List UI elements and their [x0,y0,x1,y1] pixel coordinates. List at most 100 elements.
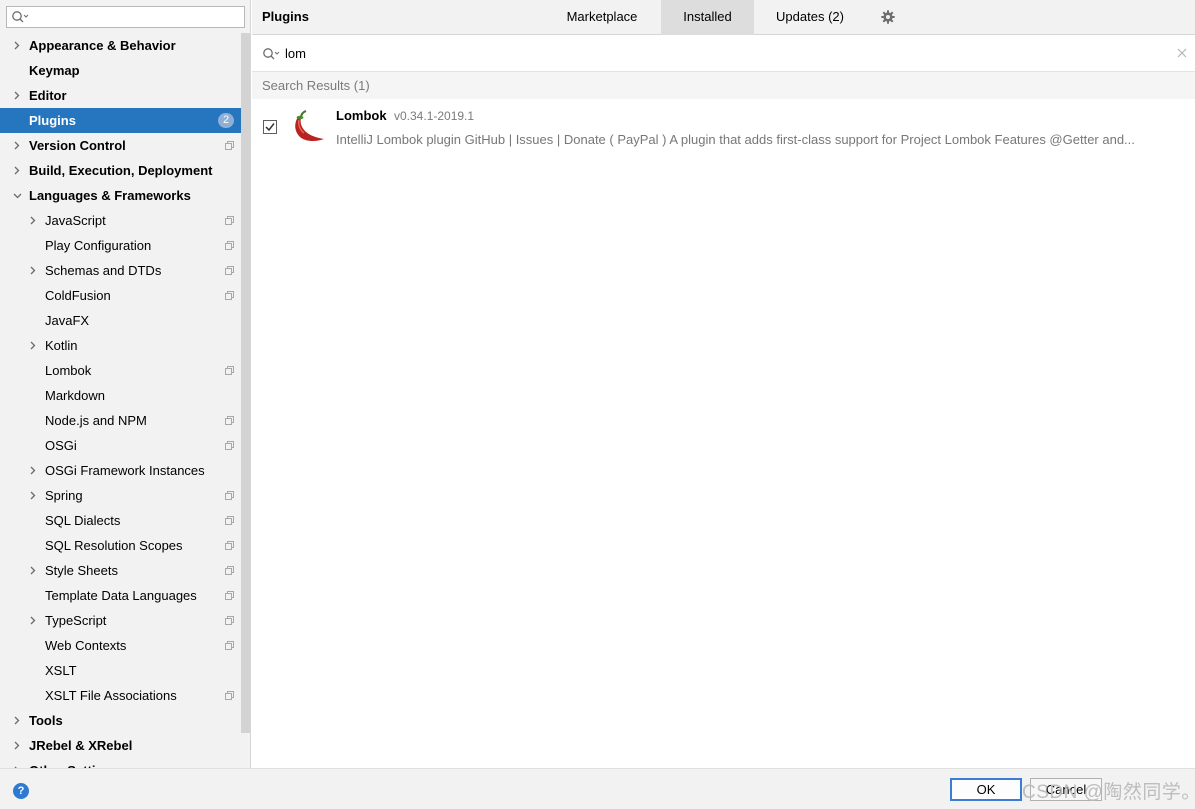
chevron-right-icon[interactable] [12,708,22,733]
sidebar-item-style-sheets[interactable]: Style Sheets [0,558,241,583]
sidebar-item-osgi-framework-instances[interactable]: OSGi Framework Instances [0,458,241,483]
plugin-row-lombok[interactable]: Lombok v0.34.1-2019.1 IntelliJ Lombok pl… [252,99,1195,159]
sidebar-item-web-contexts[interactable]: Web Contexts [0,633,241,658]
project-level-icon [225,641,234,650]
chevron-right-icon[interactable] [28,458,38,483]
project-level-icon [225,566,234,575]
chevron-right-icon[interactable] [28,208,38,233]
chevron-right-icon[interactable] [12,158,22,183]
chevron-down-icon[interactable] [12,183,22,208]
search-icon [263,48,280,60]
sidebar-item-label: Spring [45,488,83,503]
sidebar-item-other-settings[interactable]: Other Settings [0,758,241,768]
chevron-right-icon[interactable] [28,558,38,583]
plugin-search-field[interactable]: lom [252,36,1195,72]
sidebar-item-xslt-file-associations[interactable]: XSLT File Associations [0,683,241,708]
sidebar-item-play-configuration[interactable]: Play Configuration [0,233,241,258]
sidebar-item-template-data-languages[interactable]: Template Data Languages [0,583,241,608]
sidebar-item-appearance-behavior[interactable]: Appearance & Behavior [0,33,241,58]
sidebar-scrollbar[interactable] [241,33,250,733]
sidebar-item-label: Appearance & Behavior [29,38,176,53]
sidebar-item-osgi[interactable]: OSGi [0,433,241,458]
sidebar-item-sql-dialects[interactable]: SQL Dialects [0,508,241,533]
sidebar-item-xslt[interactable]: XSLT [0,658,241,683]
page-title: Plugins [262,9,309,24]
search-results-header: Search Results (1) [252,72,1195,99]
project-level-icon [225,591,234,600]
project-level-icon [225,366,234,375]
tab-installed[interactable]: Installed [661,0,754,35]
sidebar-item-spring[interactable]: Spring [0,483,241,508]
sidebar-item-editor[interactable]: Editor [0,83,241,108]
project-level-icon [225,216,234,225]
sidebar-item-plugins[interactable]: Plugins 2 [0,108,241,133]
project-level-icon [225,516,234,525]
sidebar-item-sql-resolution-scopes[interactable]: SQL Resolution Scopes [0,533,241,558]
sidebar-item-jrebel-xrebel[interactable]: JRebel & XRebel [0,733,241,758]
chevron-right-icon[interactable] [12,83,22,108]
sidebar-item-languages-frameworks[interactable]: Languages & Frameworks [0,183,241,208]
sidebar-item-label: TypeScript [45,613,107,628]
sidebar-item-kotlin[interactable]: Kotlin [0,333,241,358]
sidebar-item-javafx[interactable]: JavaFX [0,308,241,333]
chevron-right-icon[interactable] [12,758,22,768]
plugin-enabled-checkbox[interactable] [263,120,277,134]
chevron-right-icon[interactable] [28,258,38,283]
plugin-description: IntelliJ Lombok plugin GitHub | Issues |… [336,132,1135,147]
chevron-right-icon[interactable] [28,483,38,508]
project-level-icon [225,691,234,700]
sidebar-item-markdown[interactable]: Markdown [0,383,241,408]
sidebar-item-version-control[interactable]: Version Control [0,133,241,158]
sidebar-item-javascript[interactable]: JavaScript [0,208,241,233]
sidebar-item-label: Editor [29,88,67,103]
tab-marketplace[interactable]: Marketplace [543,0,661,35]
sidebar-item-label: OSGi Framework Instances [45,463,205,478]
sidebar-item-lombok[interactable]: Lombok [0,358,241,383]
chevron-right-icon[interactable] [12,133,22,158]
sidebar-item-schemas-and-dtds[interactable]: Schemas and DTDs [0,258,241,283]
plugin-name[interactable]: Lombok [336,108,387,123]
chevron-right-icon[interactable] [28,333,38,358]
sidebar-item-label: Build, Execution, Deployment [29,163,213,178]
plugin-search-input[interactable]: lom [285,36,306,71]
sidebar-item-label: SQL Resolution Scopes [45,538,183,553]
sidebar-item-tools[interactable]: Tools [0,708,241,733]
sidebar-item-keymap[interactable]: Keymap [0,58,241,83]
plugin-version: v0.34.1-2019.1 [394,109,475,123]
updates-count-badge: 2 [218,113,234,128]
chevron-right-icon[interactable] [12,33,22,58]
sidebar-item-typescript[interactable]: TypeScript [0,608,241,633]
sidebar-item-label: OSGi [45,438,77,453]
sidebar-item-node-js-and-npm[interactable]: Node.js and NPM [0,408,241,433]
project-level-icon [225,416,234,425]
sidebar-item-label: Web Contexts [45,638,127,653]
chevron-right-icon[interactable] [12,733,22,758]
sidebar-item-label: Other Settings [29,758,119,768]
sidebar-item-coldfusion[interactable]: ColdFusion [0,283,241,308]
tab-updates[interactable]: Updates (2) [754,0,866,35]
sidebar-item-label: JavaScript [45,213,106,228]
plugins-header: Plugins Marketplace Installed Updates (2… [252,0,1195,35]
sidebar-item-label: SQL Dialects [45,513,121,528]
sidebar-item-label: Schemas and DTDs [45,263,162,278]
project-level-icon [225,541,234,550]
sidebar-item-label: XSLT File Associations [45,688,177,703]
help-icon[interactable]: ? [13,783,29,799]
sidebar-item-label: ColdFusion [45,288,111,303]
ok-button[interactable]: OK [950,778,1022,801]
watermark: CSDN @陶然同学。 [1022,782,1195,803]
settings-sidebar: Appearance & Behavior Keymap Editor Plugins… [0,0,251,768]
settings-search-input[interactable] [31,9,241,25]
project-level-icon [225,291,234,300]
clear-search-icon[interactable] [1177,48,1187,58]
sidebar-item-build-execution-deployment[interactable]: Build, Execution, Deployment [0,158,241,183]
settings-search-field[interactable] [6,6,245,28]
chevron-right-icon[interactable] [28,608,38,633]
project-level-icon [225,266,234,275]
sidebar-item-label: Lombok [45,363,92,378]
gear-icon[interactable] [881,10,895,24]
chili-pepper-icon [295,110,324,142]
sidebar-item-label: Play Configuration [45,238,152,253]
sidebar-item-label: Languages & Frameworks [29,188,191,203]
sidebar-item-label: JavaFX [45,313,90,328]
